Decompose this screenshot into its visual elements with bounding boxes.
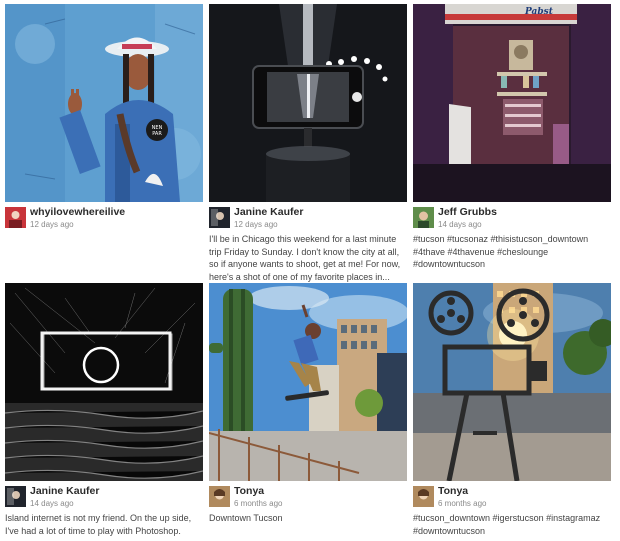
post-author: Tonya 6 months ago [234,486,282,508]
post-meta: Jeff Grubbs 14 days ago [413,207,611,231]
post-caption: #tucson #tucsonaz #thisistucson_downtown… [413,234,589,269]
user-avatar[interactable] [5,207,26,228]
post-author: Tonya 6 months ago [438,486,486,508]
avatar-image [209,486,230,507]
feed-card: Janine Kaufer 12 days ago I'll be in Chi… [209,4,407,283]
post-author: Janine Kaufer 14 days ago [30,486,99,508]
timestamp: 6 months ago [234,498,283,508]
timestamp: 6 months ago [438,498,487,508]
avatar-image [5,207,26,228]
username-link[interactable]: Janine Kaufer [30,486,99,497]
username-link[interactable]: Tonya [438,486,486,497]
post-caption: #tucson_downtown #igerstucson #instagram… [413,513,601,536]
user-avatar[interactable] [209,207,230,228]
user-avatar[interactable] [5,486,26,507]
avatar-image [413,207,434,228]
timestamp: 12 days ago [234,219,278,229]
username-link[interactable]: whyilovewhereilive [30,207,125,218]
post-photo-phone-tunnel[interactable] [209,4,407,202]
post-photo-skateboarder[interactable] [209,283,407,481]
steel-wool-image [5,283,203,481]
timestamp: 14 days ago [30,498,74,508]
photo-feed-grid: NEN PAR whyilovewhereilive 12 days ago J… [0,0,620,541]
user-avatar[interactable] [413,207,434,228]
username-link[interactable]: Jeff Grubbs [438,207,497,218]
post-photo-steel-wool[interactable] [5,283,203,481]
mural-image: NEN PAR [5,4,203,202]
avatar-image [5,486,26,507]
post-author: whyilovewhereilive 12 days ago [30,207,125,229]
post-meta: Janine Kaufer 14 days ago [5,486,203,510]
avatar-image [413,486,434,507]
timestamp: 12 days ago [30,219,74,229]
post-meta: Tonya 6 months ago [209,486,407,510]
feed-card: Tonya 6 months ago #tucson_downtown #ige… [413,283,611,537]
post-caption: Island internet is not my friend. On the… [5,513,192,536]
feed-card: Pabst Jeff Grubbs 14 days ago #tucson #t… [413,4,611,271]
post-photo-film-reel[interactable] [413,283,611,481]
film-reel-image [413,283,611,481]
timestamp: 14 days ago [438,219,482,229]
post-caption: Downtown Tucson [209,513,283,523]
post-author: Jeff Grubbs 14 days ago [438,207,497,229]
post-caption: I'll be in Chicago this weekend for a la… [209,234,401,282]
username-link[interactable]: Tonya [234,486,282,497]
post-meta: whyilovewhereilive 12 days ago [5,207,203,231]
avatar-image [209,207,230,228]
feed-card: NEN PAR whyilovewhereilive 12 days ago [5,4,203,231]
feed-card: Tonya 6 months ago Downtown Tucson [209,283,407,525]
lounge-image: Pabst [413,4,611,202]
post-photo-mural[interactable]: NEN PAR [5,4,203,202]
post-photo-lounge[interactable]: Pabst [413,4,611,202]
post-author: Janine Kaufer 12 days ago [234,207,303,229]
user-avatar[interactable] [413,486,434,507]
username-link[interactable]: Janine Kaufer [234,207,303,218]
skateboarder-image [209,283,407,481]
phone-tunnel-image [209,4,407,202]
post-meta: Tonya 6 months ago [413,486,611,510]
user-avatar[interactable] [209,486,230,507]
svg-text:PAR: PAR [152,131,162,137]
feed-card: Janine Kaufer 14 days ago Island interne… [5,283,203,537]
svg-text:Pabst: Pabst [524,7,554,17]
post-meta: Janine Kaufer 12 days ago [209,207,407,231]
